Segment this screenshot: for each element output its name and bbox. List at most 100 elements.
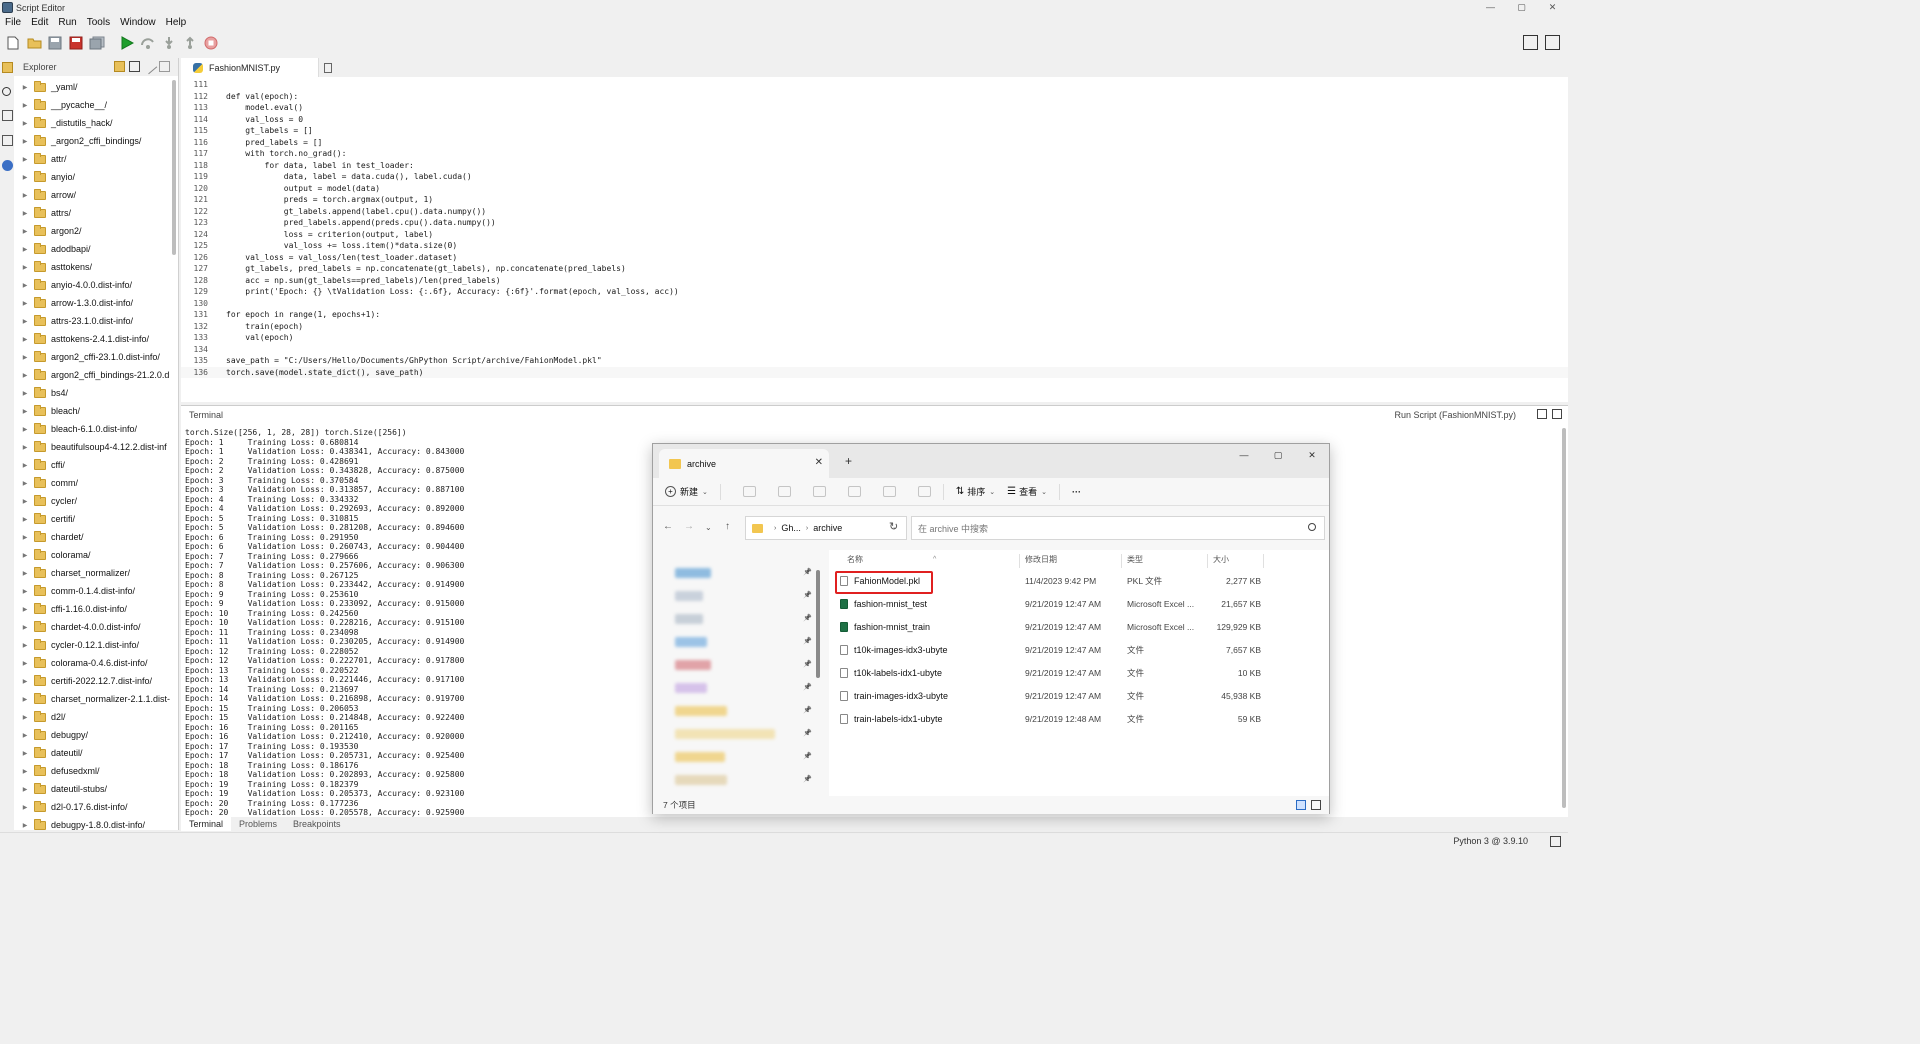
share-icon[interactable] (882, 486, 896, 497)
menu-edit[interactable]: Edit (26, 17, 53, 28)
column-date[interactable]: 修改日期 (1025, 550, 1057, 570)
tree-item[interactable]: ▶ charset_normalizer-2.1.1.dist- (14, 690, 170, 708)
expand-arrow-icon[interactable]: ▶ (14, 696, 30, 703)
expand-arrow-icon[interactable]: ▶ (14, 336, 30, 343)
expand-arrow-icon[interactable]: ▶ (14, 84, 30, 91)
doc2-icon[interactable] (2, 135, 13, 146)
expand-arrow-icon[interactable]: ▶ (14, 354, 30, 361)
code-line[interactable]: 135 save_path = "C:/Users/Hello/Documents… (181, 355, 1568, 367)
expand-arrow-icon[interactable]: ▶ (14, 300, 30, 307)
fx-tab-archive[interactable]: archive ✕ (659, 449, 829, 478)
tree-item[interactable]: ▶ __pycache__/ (14, 96, 170, 114)
expand-arrow-icon[interactable]: ▶ (14, 804, 30, 811)
expand-arrow-icon[interactable]: ▶ (14, 642, 30, 649)
address-bar[interactable]: › Gh... › archive ⌄ (745, 516, 907, 540)
tree-item[interactable]: ▶ defusedxml/ (14, 762, 170, 780)
nav-pane-item[interactable] (675, 568, 711, 578)
code-line[interactable]: 126 val_loss = val_loss/len(test_loader.… (181, 252, 1568, 264)
nav-pane-item[interactable] (675, 614, 703, 624)
terminal-output[interactable]: torch.Size([256, 1, 28, 28]) torch.Size(… (185, 428, 464, 818)
step-over-icon[interactable] (140, 35, 156, 51)
tab-problems[interactable]: Problems (231, 817, 285, 831)
tree-item[interactable]: ▶ bleach/ (14, 402, 170, 420)
copy-icon[interactable] (777, 486, 791, 497)
tree-item[interactable]: ▶ asttokens/ (14, 258, 170, 276)
expand-arrow-icon[interactable]: ▶ (14, 372, 30, 379)
expand-arrow-icon[interactable]: ▶ (14, 462, 30, 469)
trash-icon[interactable] (159, 61, 170, 72)
column-name[interactable]: 名称 (847, 550, 863, 570)
step-out-icon[interactable] (182, 35, 198, 51)
column-divider[interactable] (1121, 554, 1122, 568)
tree-item[interactable]: ▶ attrs-23.1.0.dist-info/ (14, 312, 170, 330)
code-line[interactable]: 129 print('Epoch: {} \tValidation Loss: … (181, 286, 1568, 298)
expand-arrow-icon[interactable]: ▶ (14, 228, 30, 235)
tree-item[interactable]: ▶ d2l-0.17.6.dist-info/ (14, 798, 170, 816)
expand-arrow-icon[interactable]: ▶ (14, 426, 30, 433)
tree-item[interactable]: ▶ dateutil-stubs/ (14, 780, 170, 798)
expand-arrow-icon[interactable]: ▶ (14, 534, 30, 541)
back-icon[interactable]: ← (663, 521, 673, 532)
explorer-scrollbar[interactable] (172, 80, 176, 255)
python-version[interactable]: Python 3 @ 3.9.10 (1453, 836, 1528, 846)
copy-icon[interactable] (1537, 409, 1547, 419)
edit-icon[interactable] (141, 58, 158, 75)
tree-item[interactable]: ▶ cycler-0.12.1.dist-info/ (14, 636, 170, 654)
delete-icon[interactable] (917, 486, 931, 497)
expand-arrow-icon[interactable]: ▶ (14, 822, 30, 829)
close-tab-icon[interactable]: ✕ (815, 457, 823, 468)
expand-arrow-icon[interactable]: ▶ (14, 138, 30, 145)
new-button[interactable]: + 新建 ⌄ (665, 485, 708, 498)
expand-arrow-icon[interactable]: ▶ (14, 444, 30, 451)
tree-item[interactable]: ▶ argon2/ (14, 222, 170, 240)
file-row[interactable]: fashion-mnist_test 9/21/2019 12:47 AM Micr… (829, 593, 1329, 615)
pin-icon[interactable]: 📌 (803, 591, 812, 599)
code-line[interactable]: 127 gt_labels, pred_labels = np.concaten… (181, 263, 1568, 275)
tab-breakpoints[interactable]: Breakpoints (285, 817, 349, 831)
tree-item[interactable]: ▶ attrs/ (14, 204, 170, 222)
breadcrumb-archive[interactable]: archive (813, 523, 842, 533)
file-row[interactable]: t10k-images-idx3-ubyte 9/21/2019 12:47 AM… (829, 639, 1329, 661)
tree-item[interactable]: ▶ cffi-1.16.0.dist-info/ (14, 600, 170, 618)
cut-icon[interactable] (742, 486, 756, 497)
column-type[interactable]: 类型 (1127, 550, 1143, 570)
clear-icon[interactable] (1552, 409, 1562, 419)
code-line[interactable]: 118 for data, label in test_loader: (181, 160, 1568, 172)
expand-arrow-icon[interactable]: ▶ (14, 516, 30, 523)
tree-item[interactable]: ▶ bleach-6.1.0.dist-info/ (14, 420, 170, 438)
file-row[interactable]: train-labels-idx1-ubyte 9/21/2019 12:48 A… (829, 708, 1329, 730)
expand-arrow-icon[interactable]: ▶ (14, 174, 30, 181)
tree-item[interactable]: ▶ cffi/ (14, 456, 170, 474)
code-line[interactable]: 128 acc = np.sum(gt_labels==pred_labels)… (181, 275, 1568, 287)
new-folder-icon[interactable] (114, 61, 125, 72)
nav-pane-item[interactable] (675, 637, 707, 647)
tree-item[interactable]: ▶ dateutil/ (14, 744, 170, 762)
tree-item[interactable]: ▶ asttokens-2.4.1.dist-info/ (14, 330, 170, 348)
recent-chevron-icon[interactable]: ⌄ (705, 523, 712, 532)
help-icon[interactable] (2, 160, 13, 171)
doc-icon[interactable] (2, 110, 13, 121)
expand-arrow-icon[interactable]: ▶ (14, 678, 30, 685)
tab-fashionmnist[interactable]: FashionMNIST.py (181, 58, 319, 77)
tree-item[interactable]: ▶ _distutils_hack/ (14, 114, 170, 132)
sort-button[interactable]: ⇅ 排序 ⌄ (956, 485, 995, 498)
expand-arrow-icon[interactable]: ▶ (14, 732, 30, 739)
code-line[interactable]: 131 for epoch in range(1, epochs+1): (181, 309, 1568, 321)
code-line[interactable]: 132 train(epoch) (181, 321, 1568, 333)
file-row[interactable]: fashion-mnist_train 9/21/2019 12:47 AM Mic… (829, 616, 1329, 638)
tree-item[interactable]: ▶ chardet-4.0.0.dist-info/ (14, 618, 170, 636)
tree-item[interactable]: ▶ d2l/ (14, 708, 170, 726)
expand-arrow-icon[interactable]: ▶ (14, 498, 30, 505)
menu-run[interactable]: Run (53, 17, 81, 28)
code-line[interactable]: 136 torch.save(model.state_dict(), save_p… (181, 366, 1568, 378)
rename-icon[interactable] (847, 486, 861, 497)
save-as-icon[interactable] (68, 35, 84, 51)
step-into-icon[interactable] (161, 35, 177, 51)
mail-icon[interactable] (1545, 35, 1560, 50)
expand-arrow-icon[interactable]: ▶ (14, 660, 30, 667)
expand-arrow-icon[interactable]: ▶ (14, 120, 30, 127)
maximize-button[interactable]: ▢ (1506, 0, 1537, 15)
new-tab-button[interactable] (319, 58, 337, 77)
tab-terminal[interactable]: Terminal (181, 817, 232, 831)
notification-icon[interactable] (1550, 836, 1561, 847)
